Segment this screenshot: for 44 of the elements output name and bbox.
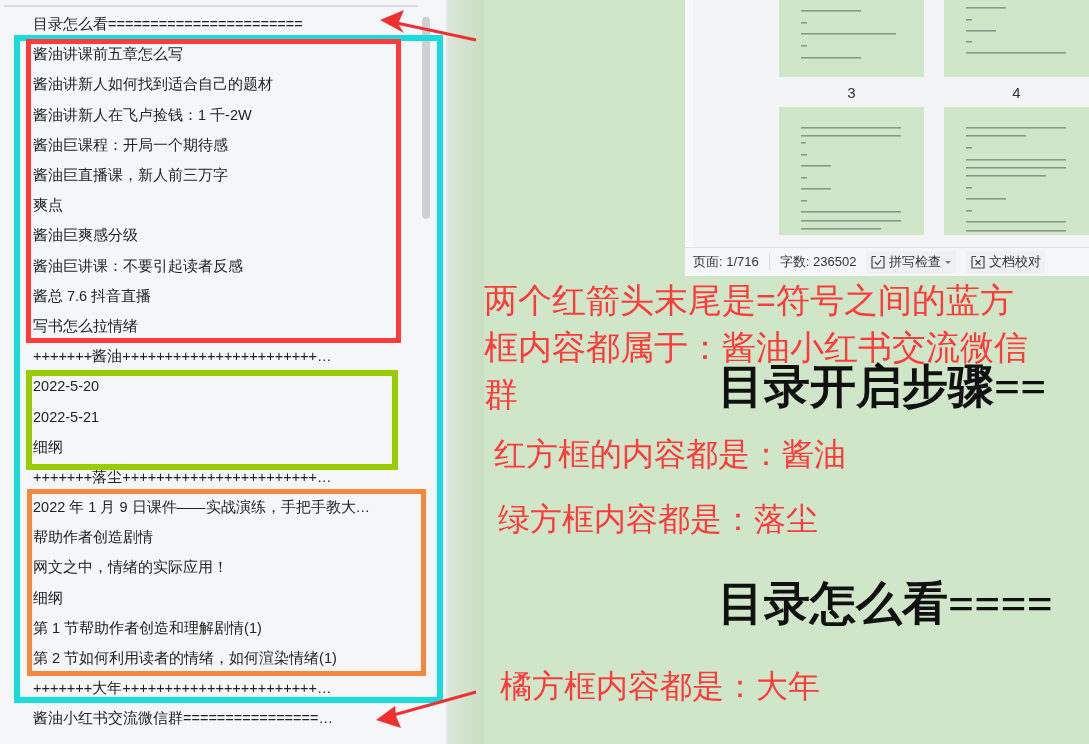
outline-item[interactable]: 酱油巨课程：开局一个期待感: [33, 134, 228, 155]
outline-item[interactable]: 细纲: [33, 587, 63, 608]
annotation-note: 橘方框内容都是：大年: [500, 667, 820, 706]
outline-item[interactable]: +++++++大年+++++++++++++++++++++++…: [33, 678, 332, 699]
page-count: 页面: 1/716: [693, 253, 759, 272]
outline-item[interactable]: 写书怎么拉情绪: [33, 315, 138, 336]
outline-item[interactable]: 爽点: [33, 195, 63, 216]
annotation-note: 群: [484, 374, 518, 415]
proofread-button[interactable]: 文档校对: [966, 251, 1046, 274]
outline-item[interactable]: 第 2 节如何利用读者的情绪，如何渲染情绪(1): [33, 648, 337, 669]
outline-item[interactable]: 第 1 节帮助作者创造和理解剧情(1): [33, 617, 262, 638]
outline-item[interactable]: +++++++酱油+++++++++++++++++++++++…: [33, 346, 332, 367]
page-thumbnail[interactable]: [779, 107, 924, 235]
outline-item[interactable]: 酱油讲新人在飞卢捡钱：1 千-2W: [33, 104, 252, 125]
outline-item[interactable]: 酱油讲新人如何找到适合自己的题材: [33, 74, 273, 95]
checkbox-icon: [870, 254, 887, 271]
document-heading: 目录怎么看====: [718, 577, 1054, 631]
outline-item[interactable]: 细纲: [33, 436, 63, 457]
outline-item[interactable]: 酱油巨讲课：不要引起读者反感: [33, 255, 243, 276]
x-box-icon: [970, 254, 987, 271]
word-count: 字数: 236502: [779, 253, 857, 272]
outline-item[interactable]: 目录怎么看=======================: [33, 14, 303, 35]
outline-item[interactable]: 酱油讲课前五章怎么写: [33, 44, 183, 65]
outline-item[interactable]: 2022-5-21: [33, 406, 100, 427]
outline-item[interactable]: 酱总 7.6 抖音直播: [33, 285, 152, 306]
annotation-note: 两个红箭头末尾是=符号之间的蓝方: [484, 280, 1014, 321]
page-thumbnail[interactable]: [944, 0, 1089, 77]
page-number: 3: [846, 83, 857, 101]
caret-icon: [944, 258, 953, 267]
page-number: 4: [1011, 83, 1022, 101]
outline-item[interactable]: 2022 年 1 月 9 日课件——实战演练，手把手教大…: [33, 497, 371, 518]
spell-check-button[interactable]: 拼写检查: [866, 251, 957, 274]
annotation-note: 绿方框内容都是：落尘: [498, 500, 818, 539]
outline-item[interactable]: 网文之中，情绪的实际应用！: [33, 557, 228, 578]
outline-item[interactable]: 酱油巨爽感分级: [33, 225, 138, 246]
page-thumbnail[interactable]: [779, 0, 924, 77]
outline-item[interactable]: 酱油小红书交流微信群================…: [33, 708, 333, 729]
outline-item[interactable]: 帮助作者创造剧情: [33, 527, 153, 548]
annotation-note: 红方框的内容都是：酱油: [494, 435, 846, 474]
outline-item[interactable]: 2022-5-20: [33, 376, 100, 397]
outline-item[interactable]: 酱油巨直播课，新人前三万字: [33, 165, 228, 186]
page-thumbnail[interactable]: [944, 107, 1089, 235]
outline-item[interactable]: +++++++落尘+++++++++++++++++++++++…: [33, 466, 332, 487]
scrollbar-thumb[interactable]: [422, 17, 430, 219]
